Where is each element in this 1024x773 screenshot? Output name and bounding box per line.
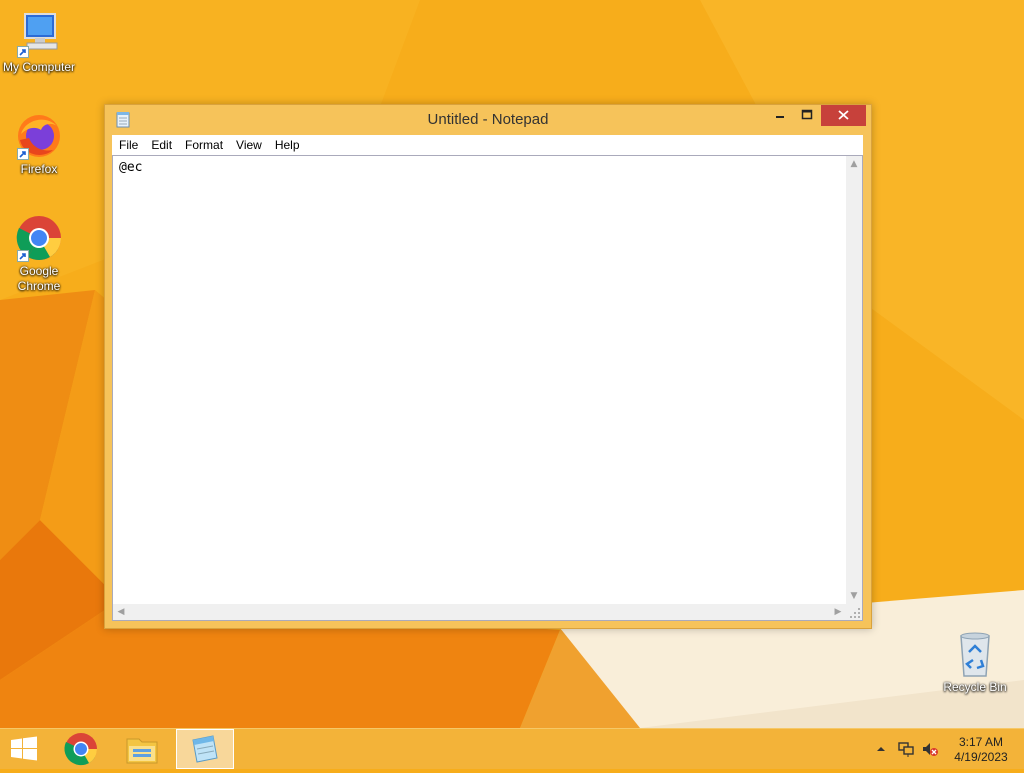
scroll-up-icon[interactable]: ▲ xyxy=(846,156,862,172)
notepad-window[interactable]: Untitled - Notepad File Edit Format View Hel… xyxy=(104,104,872,629)
network-icon[interactable] xyxy=(897,740,915,758)
firefox-icon xyxy=(15,112,63,160)
notepad-icon xyxy=(192,735,218,763)
maximize-button[interactable] xyxy=(794,105,820,126)
taskbar: 3:17 AM 4/19/2023 xyxy=(0,728,1024,769)
chrome-icon xyxy=(15,214,63,262)
computer-icon xyxy=(15,10,63,58)
desktop-icon-label: Recycle Bin xyxy=(943,680,1007,694)
minimize-icon xyxy=(776,116,784,118)
menu-bar: File Edit Format View Help xyxy=(112,135,863,155)
scroll-left-icon[interactable]: ◀ xyxy=(113,604,129,620)
vertical-scrollbar[interactable]: ▲ ▼ xyxy=(846,156,862,604)
clock-time: 3:17 AM xyxy=(958,735,1004,749)
desktop-icon-firefox[interactable]: Firefox xyxy=(0,112,79,177)
text-editor-area[interactable]: @ec ▲ ▼ ◀ ▶ xyxy=(112,155,863,621)
tray-show-hidden-icon[interactable] xyxy=(874,741,888,755)
clock-date: 4/19/2023 xyxy=(954,750,1008,764)
desktop-icon-google-chrome[interactable]: Google Chrome xyxy=(0,214,79,294)
menu-format[interactable]: Format xyxy=(178,135,229,155)
taskbar-notepad[interactable] xyxy=(176,729,234,769)
menu-file[interactable]: File xyxy=(112,135,144,155)
desktop-icon-label: My Computer xyxy=(2,60,76,74)
start-button[interactable] xyxy=(0,729,54,769)
close-button[interactable] xyxy=(821,105,866,126)
horizontal-scrollbar[interactable]: ◀ ▶ xyxy=(113,604,846,620)
menu-edit[interactable]: Edit xyxy=(144,135,178,155)
text-editor[interactable]: @ec xyxy=(119,160,839,600)
menu-help[interactable]: Help xyxy=(268,135,306,155)
scroll-right-icon[interactable]: ▶ xyxy=(830,604,846,620)
menu-view[interactable]: View xyxy=(229,135,268,155)
start-icon xyxy=(11,736,37,761)
system-clock[interactable]: 3:17 AM 4/19/2023 xyxy=(946,735,1016,765)
close-icon xyxy=(838,110,849,120)
window-title: Untitled - Notepad xyxy=(427,111,549,128)
resize-grip-icon[interactable] xyxy=(846,604,862,620)
file-explorer-icon xyxy=(126,738,158,764)
volume-muted-icon[interactable] xyxy=(921,740,939,758)
recycle-bin-icon xyxy=(951,630,999,678)
chrome-icon xyxy=(64,733,98,766)
taskbar-file-explorer[interactable] xyxy=(115,729,169,769)
maximize-icon xyxy=(801,109,813,120)
minimize-button[interactable] xyxy=(767,105,793,126)
scroll-down-icon[interactable]: ▼ xyxy=(846,588,862,604)
desktop-icon-my-computer[interactable]: My Computer xyxy=(0,10,79,75)
title-bar[interactable]: Untitled - Notepad xyxy=(105,105,871,135)
desktop-icon-recycle-bin[interactable]: Recycle Bin xyxy=(935,630,1015,695)
desktop-icon-label: Firefox xyxy=(20,162,58,176)
taskbar-chrome[interactable] xyxy=(54,729,108,769)
desktop-icon-label: Google Chrome xyxy=(17,264,61,293)
